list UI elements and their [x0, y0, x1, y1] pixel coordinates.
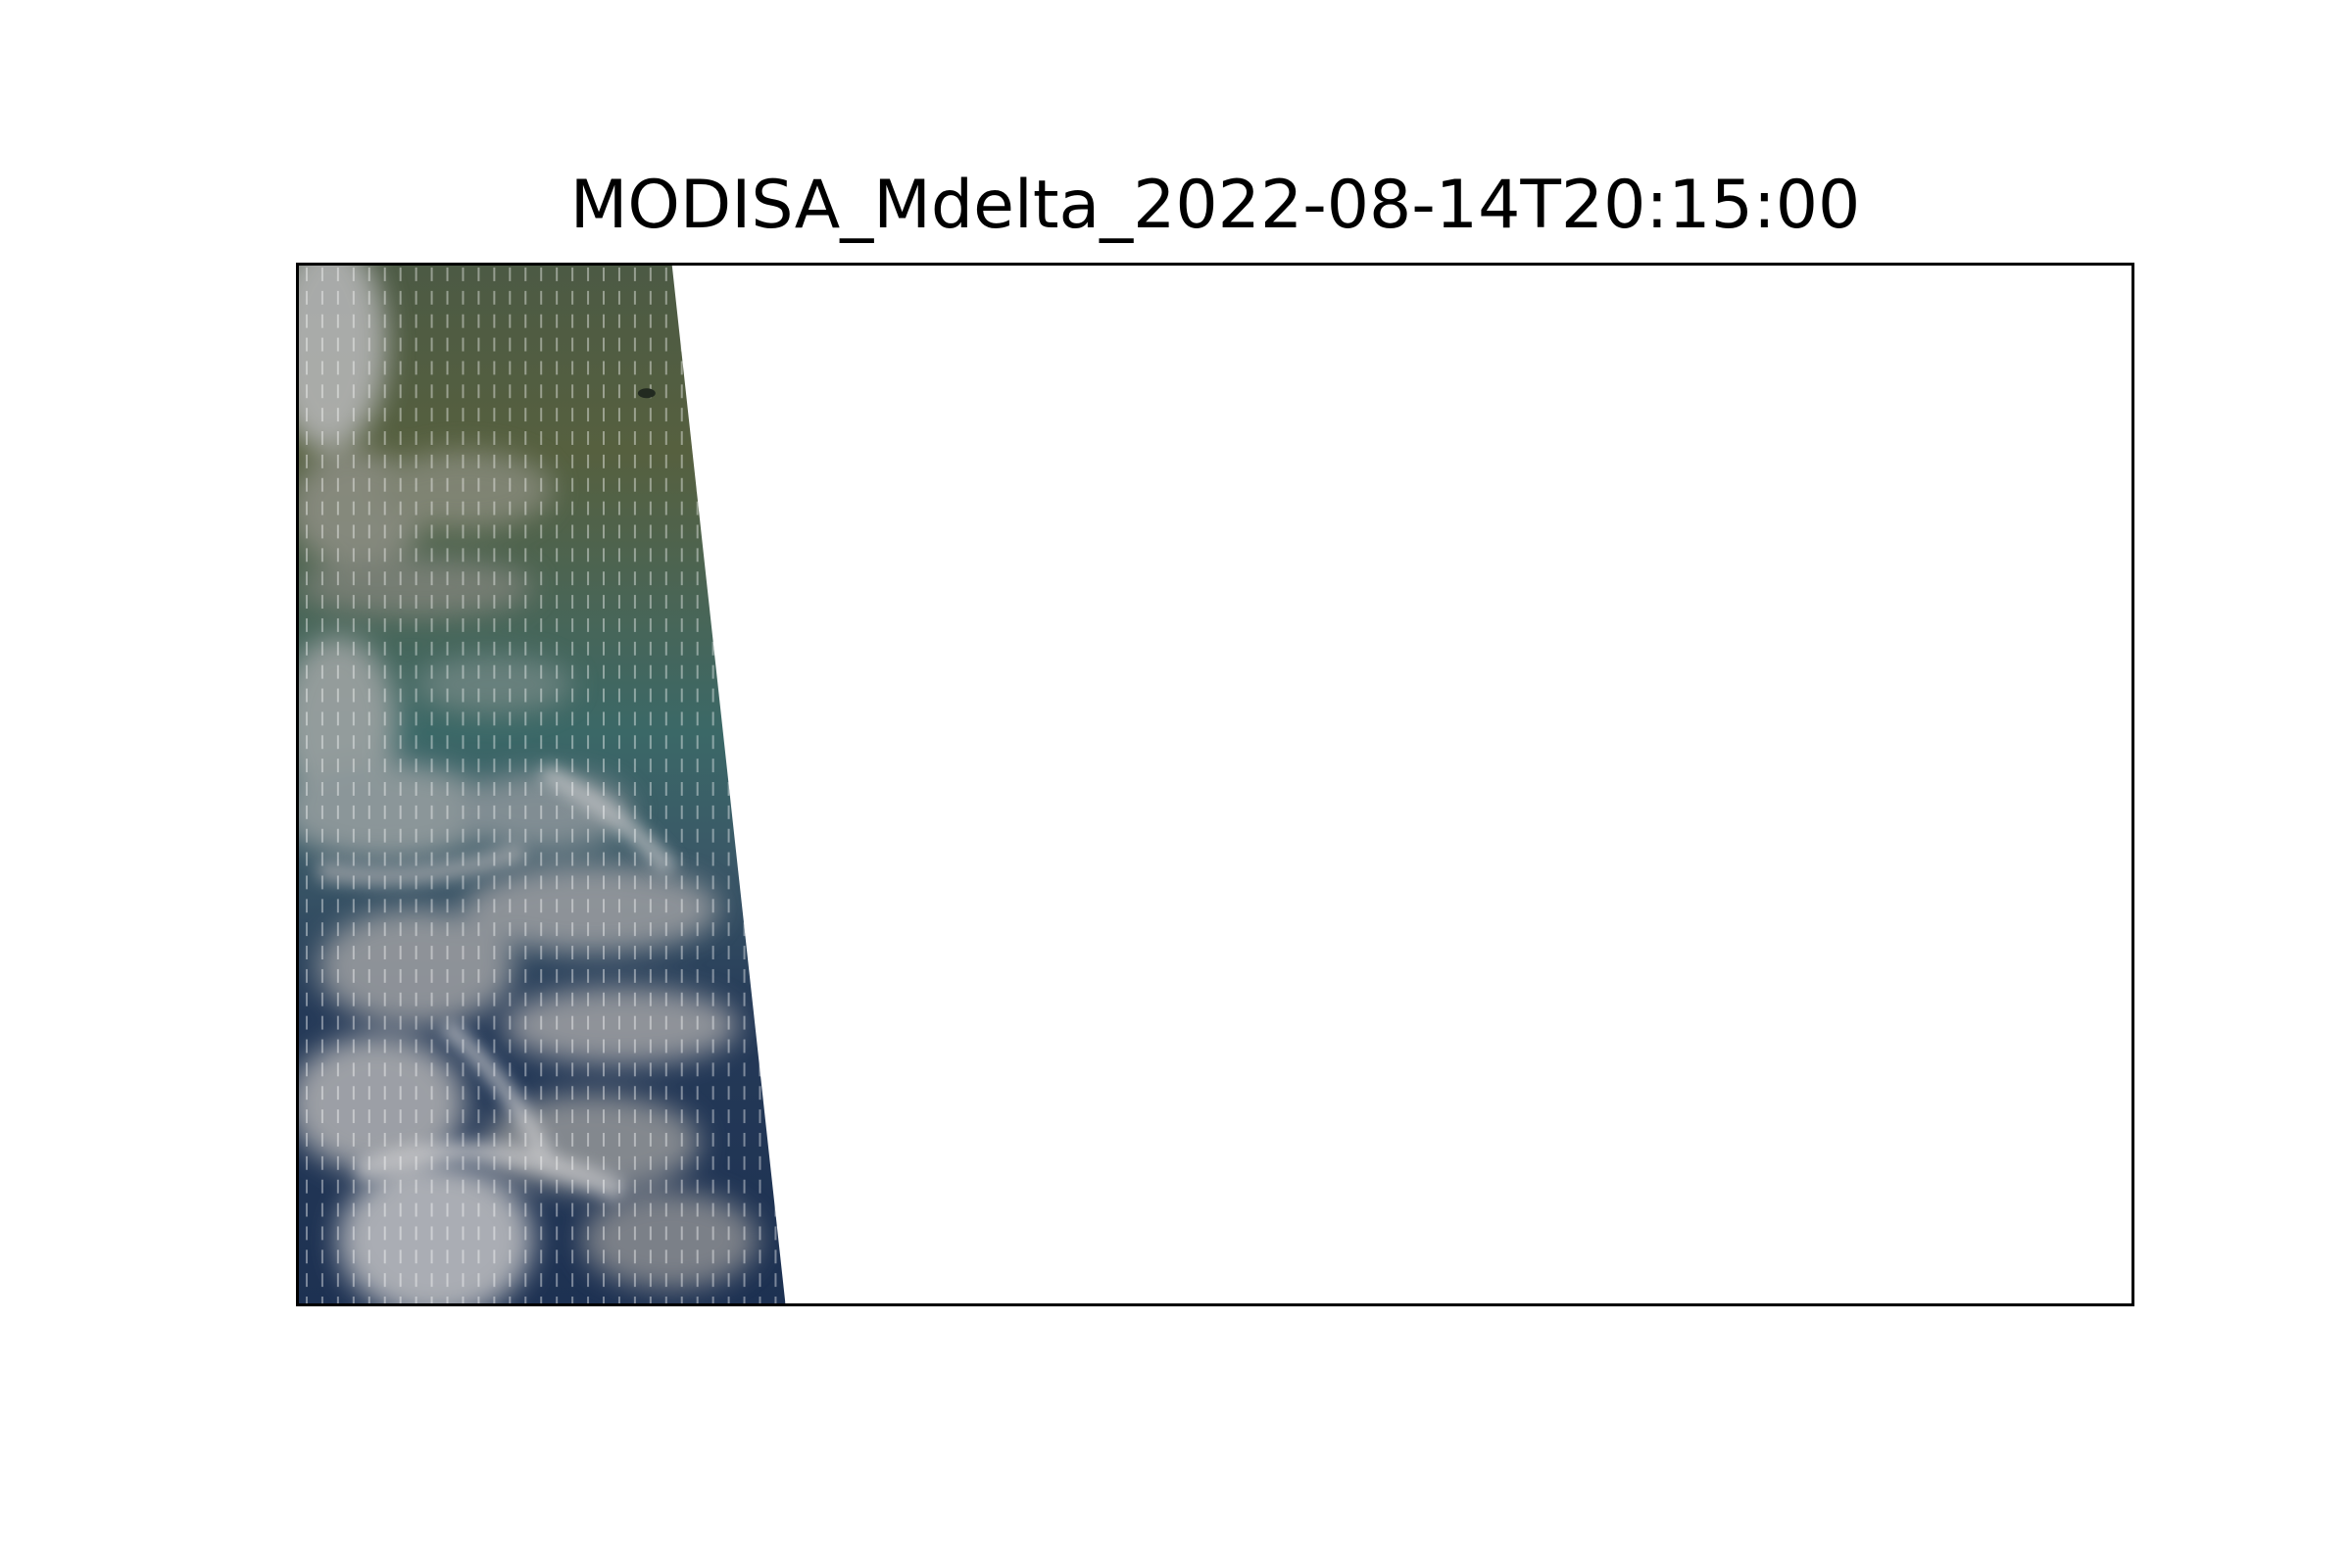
dark-spot: [637, 388, 656, 399]
satellite-image-frame: [296, 263, 2134, 1306]
figure-title: MODISA_Mdelta_2022-08-14T20:15:00: [569, 167, 1861, 244]
satellite-swath-image: [299, 266, 786, 1303]
swath-content: [299, 266, 786, 1303]
